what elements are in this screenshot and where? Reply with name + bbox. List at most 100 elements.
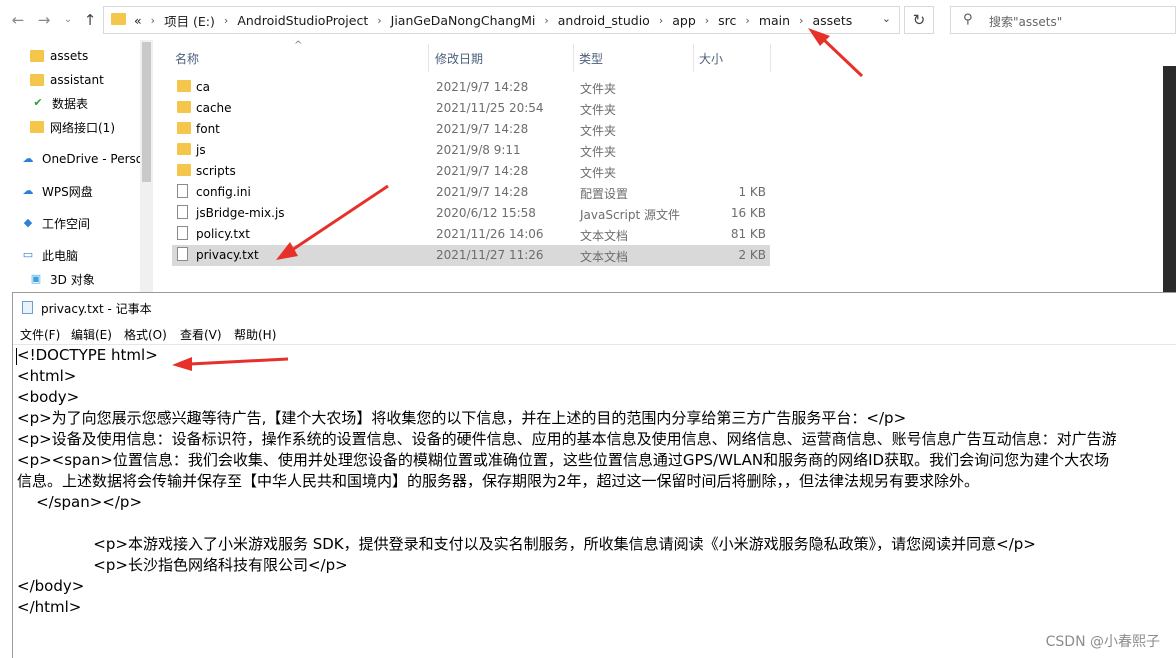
file-row[interactable]: privacy.txt 2021/11/27 11:26 文本文档 2 KB [172, 245, 770, 266]
cloud-icon: ☁ [22, 152, 34, 165]
file-name: font [196, 122, 220, 136]
file-row[interactable]: policy.txt 2021/11/26 14:06 文本文档 81 KB [172, 224, 770, 245]
breadcrumb-item[interactable]: « [134, 13, 142, 28]
file-date: 2021/9/8 9:11 [436, 143, 521, 157]
menu-view[interactable]: 查看(V) [180, 326, 222, 343]
recent-locations-icon[interactable]: ⌄ [58, 9, 78, 31]
scrollbar-thumb[interactable] [142, 42, 151, 182]
column-date[interactable]: 修改日期 [435, 50, 483, 67]
sort-up-icon: ^ [294, 40, 303, 51]
folder-icon [177, 143, 191, 155]
file-date: 2021/11/27 11:26 [436, 248, 544, 262]
file-date: 2021/9/7 14:28 [436, 80, 529, 94]
file-date: 2021/11/25 20:54 [436, 101, 544, 115]
nav-item-label: 数据表 [52, 96, 89, 111]
file-date: 2021/11/26 14:06 [436, 227, 544, 241]
file-icon [177, 226, 188, 240]
file-explorer-window: ← → ⌄ ↑ « › 项目 (E:) › AndroidStudioProject › J… [0, 0, 1176, 292]
nav-item[interactable]: ☁ OneDrive - Perso [20, 148, 160, 170]
breadcrumb[interactable]: « › 项目 (E:) › AndroidStudioProject › JianGeDaN… [134, 7, 852, 33]
file-row[interactable]: cache 2021/11/25 20:54 文件夹 [172, 98, 770, 119]
breadcrumb-separator-icon[interactable]: › [745, 14, 749, 27]
text-line: </span></p> [17, 493, 143, 511]
breadcrumb-separator-icon[interactable]: › [224, 14, 228, 27]
text-line: <p>为了向您展示您感兴趣等待广告,【建个大农场】将收集您的以下信息，并在上述的… [17, 409, 907, 427]
file-name: jsBridge-mix.js [196, 206, 285, 220]
breadcrumb-item[interactable]: JianGeDaNongChangMi [391, 13, 536, 28]
breadcrumb-separator-icon[interactable]: › [705, 14, 709, 27]
file-row[interactable]: ca 2021/9/7 14:28 文件夹 [172, 77, 770, 98]
file-type: 文件夹 [580, 145, 617, 159]
folder-icon [30, 50, 44, 62]
nav-item[interactable]: ▭ 此电脑 [20, 244, 160, 266]
nav-item-label: 此电脑 [42, 248, 79, 263]
breadcrumb-item[interactable]: android_studio [558, 13, 650, 28]
breadcrumb-separator-icon[interactable]: › [377, 14, 381, 27]
menu-format[interactable]: 格式(O) [124, 326, 167, 343]
file-date: 2021/9/7 14:28 [436, 122, 529, 136]
nav-item[interactable]: ◆ 工作空间 [20, 212, 160, 234]
file-row[interactable]: js 2021/9/8 9:11 文件夹 [172, 140, 770, 161]
file-type: JavaScript 源文件 [580, 208, 680, 222]
nav-item-label: 3D 对象 [50, 272, 95, 287]
text-line: <p>设备及使用信息：设备标识符，操作系统的设置信息、设备的硬件信息、应用的基本… [17, 430, 1117, 448]
file-date: 2021/9/7 14:28 [436, 164, 529, 178]
breadcrumb-separator-icon[interactable]: › [544, 14, 548, 27]
column-size[interactable]: 大小 [699, 50, 723, 67]
breadcrumb-item[interactable]: AndroidStudioProject [237, 13, 368, 28]
menu-edit[interactable]: 编辑(E) [71, 326, 112, 343]
breadcrumb-separator-icon[interactable]: › [799, 14, 803, 27]
column-divider[interactable] [573, 44, 574, 72]
text-editor[interactable]: <!DOCTYPE html> <html> <body> <p>为了向您展示您感兴趣… [17, 345, 1176, 658]
menu-file[interactable]: 文件(F) [20, 326, 60, 343]
nav-item-label: assistant [50, 73, 104, 87]
file-size: 81 KB [730, 227, 766, 241]
nav-item-label: 工作空间 [42, 216, 91, 231]
forward-arrow-icon[interactable]: → [34, 9, 54, 31]
breadcrumb-item[interactable]: src [718, 13, 736, 28]
text-line: <html> [17, 367, 77, 385]
file-row[interactable]: scripts 2021/9/7 14:28 文件夹 [172, 161, 770, 182]
back-arrow-icon[interactable]: ← [8, 9, 28, 31]
breadcrumb-item[interactable]: 项目 (E:) [164, 11, 215, 30]
breadcrumb-separator-icon[interactable]: › [151, 14, 155, 27]
file-name: cache [196, 101, 232, 115]
up-arrow-icon[interactable]: ↑ [80, 9, 100, 31]
column-name[interactable]: 名称 [175, 50, 199, 67]
file-type: 文件夹 [580, 103, 617, 117]
navigation-scrollbar[interactable] [140, 40, 153, 292]
nav-item[interactable]: ☁ WPS网盘 [20, 180, 160, 202]
text-line: </body> [17, 577, 85, 595]
breadcrumb-item[interactable]: assets [812, 13, 852, 28]
text-line: 信息。上述数据将会传输并保存至【中华人民共和国境内】的服务器，保存期限为2年，超… [17, 472, 980, 490]
column-header: 名称 ^ 修改日期 类型 大小 [153, 40, 1163, 74]
folder-icon [177, 122, 191, 134]
chevron-down-icon[interactable]: ⌄ [882, 12, 891, 25]
breadcrumb-item[interactable]: app [672, 13, 696, 28]
window-title: privacy.txt - 记事本 [41, 302, 152, 316]
file-size: 16 KB [730, 206, 766, 220]
file-row[interactable]: jsBridge-mix.js 2020/6/12 15:58 JavaScript… [172, 203, 770, 224]
file-type: 文件夹 [580, 124, 617, 138]
background-window-edge [1163, 66, 1176, 292]
menu-help[interactable]: 帮助(H) [234, 326, 276, 343]
breadcrumb-item[interactable]: main [759, 13, 790, 28]
address-bar[interactable]: « › 项目 (E:) › AndroidStudioProject › JianGeDaN… [103, 6, 900, 34]
file-row[interactable]: font 2021/9/7 14:28 文件夹 [172, 119, 770, 140]
column-divider[interactable] [428, 44, 429, 72]
notepad-titlebar[interactable]: privacy.txt - 记事本 [13, 293, 1176, 323]
folder-icon [30, 121, 44, 133]
notepad-window: privacy.txt - 记事本 文件(F) 编辑(E) 格式(O) 查看(V… [12, 292, 1176, 658]
file-list: 名称 ^ 修改日期 类型 大小 ca 2021/9/7 14:28 文件夹 cache… [153, 40, 1163, 292]
column-type[interactable]: 类型 [579, 50, 603, 67]
breadcrumb-separator-icon[interactable]: › [659, 14, 663, 27]
search-input[interactable]: ⚲ 搜索"assets" [950, 6, 1176, 34]
file-row[interactable]: config.ini 2021/9/7 14:28 配置设置 1 KB [172, 182, 770, 203]
refresh-button[interactable]: ↻ [904, 6, 934, 34]
search-placeholder: 搜索"assets" [989, 15, 1063, 29]
file-icon [177, 205, 188, 219]
column-divider[interactable] [770, 44, 771, 72]
column-divider[interactable] [693, 44, 694, 72]
file-type: 文件夹 [580, 82, 617, 96]
text-line: <body> [17, 388, 80, 406]
